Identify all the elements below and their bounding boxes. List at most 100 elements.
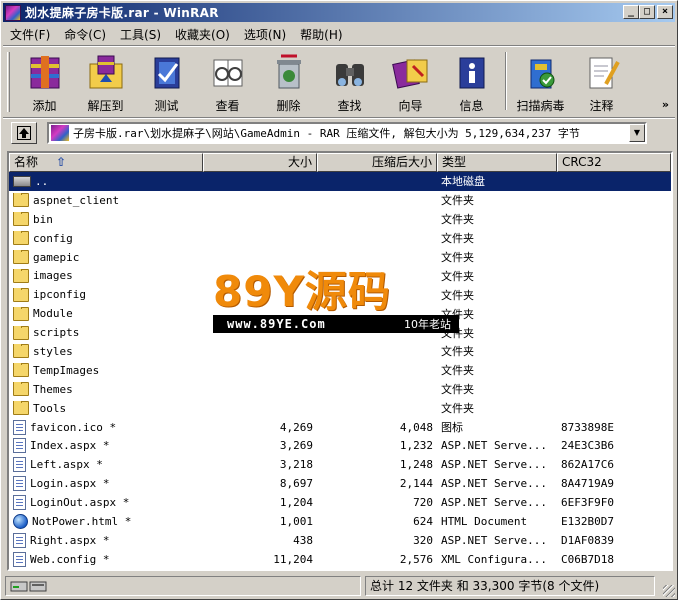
file-type: 本地磁盘: [441, 175, 485, 189]
column-type[interactable]: 类型: [437, 153, 557, 172]
menu-file[interactable]: 文件(F): [3, 26, 57, 43]
status-left-pane: [5, 576, 361, 596]
list-item[interactable]: aspnet_client 文件夹: [9, 191, 671, 210]
list-item[interactable]: LoginOut.aspx * 1,204 720 ASP.NET Serve... 6…: [9, 493, 671, 512]
virus-scan-button[interactable]: 扫描病毒: [510, 48, 571, 114]
column-packed[interactable]: 压缩后大小: [317, 153, 437, 172]
list-item[interactable]: Right.aspx * 438 320 ASP.NET Serve... D1AF08…: [9, 531, 671, 550]
maximize-button[interactable]: □: [639, 5, 655, 19]
file-size: 8,697: [279, 477, 313, 491]
list-item[interactable]: Login.aspx * 8,697 2,144 ASP.NET Serve... 8A…: [9, 474, 671, 493]
extract-to-button[interactable]: 解压到: [75, 48, 136, 114]
file-type: 文件夹: [441, 326, 474, 340]
test-button[interactable]: 测试: [136, 48, 197, 114]
packed-size: 2,144: [399, 477, 433, 491]
file-type: ASP.NET Serve...: [441, 496, 547, 510]
list-item-name: styles: [9, 344, 203, 359]
list-item[interactable]: NotPower.html * 1,001 624 HTML Document E132…: [9, 512, 671, 531]
winrar-window: 划水提麻子房卡版.rar - WinRAR _ □ × 文件(F) 命令(C) …: [0, 0, 678, 600]
folder-icon: [13, 382, 29, 397]
column-name[interactable]: 名称 ⇧: [9, 153, 203, 172]
list-item[interactable]: ipconfig 文件夹: [9, 285, 671, 304]
menu-bar: 文件(F) 命令(C) 工具(S) 收藏夹(O) 选项(N) 帮助(H): [3, 24, 350, 44]
delete-icon: [269, 52, 309, 92]
list-item-name: bin: [9, 212, 203, 227]
file-name: ipconfig: [33, 288, 86, 302]
toolbar-grip[interactable]: [7, 52, 10, 112]
list-item[interactable]: bin 文件夹: [9, 210, 671, 229]
list-item-name: LoginOut.aspx *: [9, 495, 203, 511]
wizard-button[interactable]: 向导: [380, 48, 441, 114]
file-name: favicon.ico *: [30, 420, 117, 434]
list-item[interactable]: scripts 文件夹: [9, 323, 671, 342]
packed-size: 1,248: [399, 458, 433, 472]
toolbar-separator-line: [3, 117, 675, 119]
title-bar[interactable]: 划水提麻子房卡版.rar - WinRAR _ □ ×: [3, 3, 675, 22]
menu-help[interactable]: 帮助(H): [293, 26, 349, 43]
list-item-name: Module: [9, 306, 203, 321]
folder-icon: [13, 231, 29, 246]
list-item[interactable]: favicon.ico * 4,269 4,048 图标 8733898E: [9, 418, 671, 437]
list-item[interactable]: Themes 文件夹: [9, 380, 671, 399]
find-button[interactable]: 查找: [319, 48, 380, 114]
list-item[interactable]: images 文件夹: [9, 266, 671, 285]
column-name-label: 名称: [14, 155, 39, 169]
crc32-value: 8A4719A9: [561, 477, 614, 491]
list-item[interactable]: Module 文件夹: [9, 304, 671, 323]
info-label: 信息: [459, 99, 484, 113]
list-item[interactable]: config 文件夹: [9, 229, 671, 248]
close-button[interactable]: ×: [657, 5, 673, 19]
minimize-button[interactable]: _: [623, 5, 639, 19]
test-icon: [147, 52, 187, 92]
up-arrow-icon: [17, 126, 31, 140]
list-item-name: Login.aspx *: [9, 476, 203, 492]
up-folder-button[interactable]: [11, 122, 37, 144]
file-type: ASP.NET Serve...: [441, 533, 547, 547]
list-item[interactable]: gamepic 文件夹: [9, 248, 671, 267]
folder-icon: [13, 287, 29, 302]
folder-icon: [13, 344, 29, 359]
toolbar-more-chevron[interactable]: »: [662, 98, 669, 111]
delete-label: 删除: [276, 99, 301, 113]
list-item-name: ipconfig: [9, 287, 203, 302]
menu-commands[interactable]: 命令(C): [57, 26, 113, 43]
file-type: 文件夹: [441, 213, 474, 227]
file-type: 文件夹: [441, 402, 474, 416]
path-text: 子房卡版.rar\划水提麻子\网站\GameAdmin - RAR 压缩文件, …: [73, 127, 580, 140]
folder-icon: [13, 268, 29, 283]
view-button[interactable]: 查看: [197, 48, 258, 114]
menu-options[interactable]: 选项(N): [237, 26, 293, 43]
comment-label: 注释: [589, 99, 614, 113]
list-item[interactable]: Web.config * 11,204 2,576 XML Configura... C…: [9, 550, 671, 569]
add-button[interactable]: 添加: [14, 48, 75, 114]
delete-button[interactable]: 删除: [258, 48, 319, 114]
column-crc32[interactable]: CRC32: [557, 153, 671, 172]
file-type: 文件夹: [441, 383, 474, 397]
list-item[interactable]: .. 本地磁盘: [9, 172, 671, 191]
list-item-name: Themes: [9, 382, 203, 397]
list-item[interactable]: TempImages 文件夹: [9, 361, 671, 380]
folder-icon: [13, 250, 29, 264]
file-name: aspnet_client: [33, 193, 120, 207]
column-size[interactable]: 大小: [203, 153, 317, 172]
folder-icon: [13, 193, 29, 208]
list-header: 名称 ⇧ 大小 压缩后大小 类型 CRC32: [9, 153, 671, 172]
file-type: 文件夹: [441, 232, 474, 246]
folder-icon: [13, 306, 29, 321]
size-grip[interactable]: [663, 585, 675, 597]
file-size: 4,269: [279, 420, 313, 434]
comment-button[interactable]: 注释: [571, 48, 632, 114]
list-item[interactable]: styles 文件夹: [9, 342, 671, 361]
list-item[interactable]: Left.aspx * 3,218 1,248 ASP.NET Serve... 862…: [9, 455, 671, 474]
menu-tools[interactable]: 工具(S): [113, 26, 168, 43]
list-item[interactable]: Tools 文件夹: [9, 399, 671, 418]
file-type: 文件夹: [441, 364, 474, 378]
info-button[interactable]: 信息: [441, 48, 502, 114]
list-item[interactable]: Index.aspx * 3,269 1,232 ASP.NET Serve... 24…: [9, 436, 671, 455]
menu-favorites[interactable]: 收藏夹(O): [168, 26, 237, 43]
crc32-value: 6EF3F9F0: [561, 496, 614, 510]
file-type: 文件夹: [441, 194, 474, 208]
file-list[interactable]: 名称 ⇧ 大小 压缩后大小 类型 CRC32 .. 本地磁盘 aspnet_clien…: [7, 151, 673, 571]
path-combobox[interactable]: 子房卡版.rar\划水提麻子\网站\GameAdmin - RAR 压缩文件, …: [47, 122, 647, 144]
path-dropdown-button[interactable]: ▼: [629, 124, 645, 142]
